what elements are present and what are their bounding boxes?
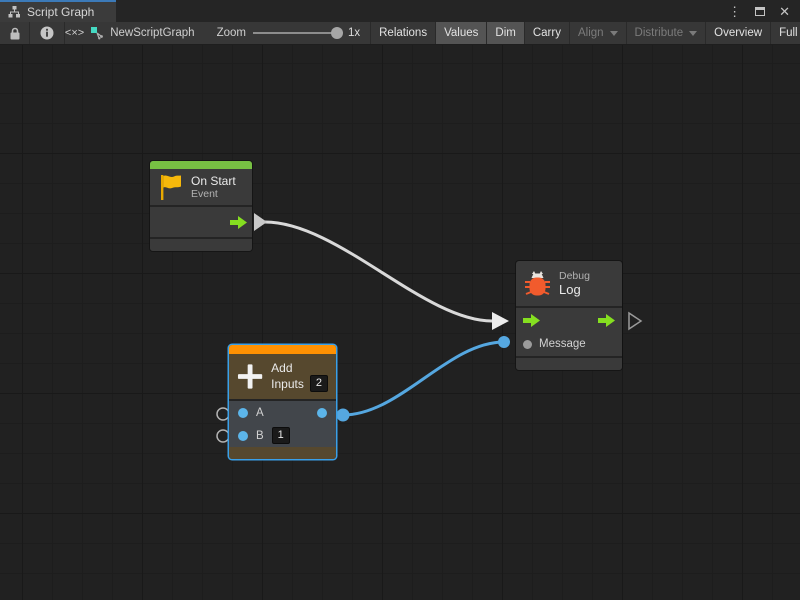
node-footer bbox=[516, 358, 622, 370]
graph-window-icon bbox=[8, 6, 21, 18]
port-row-b: B 1 bbox=[229, 424, 336, 447]
node-footer bbox=[229, 447, 336, 459]
code-icon: <×> bbox=[65, 27, 84, 39]
message-input-port[interactable] bbox=[523, 340, 532, 349]
node-title: Add bbox=[271, 361, 328, 375]
graph-name: NewScriptGraph bbox=[110, 27, 194, 39]
input-port-b[interactable] bbox=[238, 431, 248, 441]
plus-icon bbox=[237, 363, 263, 390]
value-wire-target-dot[interactable] bbox=[498, 336, 510, 348]
edit-source-button[interactable]: <×> bbox=[65, 22, 84, 44]
tab-title: Script Graph bbox=[27, 5, 94, 19]
node-subtitle: Event bbox=[191, 188, 236, 201]
node-title: On Start bbox=[191, 174, 236, 188]
flag-icon bbox=[158, 173, 183, 201]
wire-layer bbox=[0, 45, 800, 600]
lock-icon bbox=[9, 27, 21, 40]
control-output-arrow-icon[interactable] bbox=[230, 216, 247, 229]
chevron-down-icon bbox=[689, 31, 697, 36]
tab-script-graph[interactable]: Script Graph bbox=[0, 0, 116, 22]
control-ports-row bbox=[516, 308, 622, 332]
info-button[interactable] bbox=[30, 22, 65, 44]
inputs-label: Inputs bbox=[271, 377, 304, 391]
chevron-down-icon bbox=[610, 31, 618, 36]
math-accent-bar bbox=[229, 345, 336, 354]
unconnected-output-triangle[interactable] bbox=[629, 313, 641, 329]
titlebar-spacer bbox=[116, 0, 718, 22]
graph-breadcrumb[interactable]: NewScriptGraph bbox=[84, 22, 202, 44]
control-connection-wire[interactable] bbox=[265, 222, 492, 321]
overview-label: Overview bbox=[714, 27, 762, 39]
dim-label: Dim bbox=[495, 27, 515, 39]
port-row-a: A bbox=[229, 401, 336, 424]
zoom-control: Zoom 1x bbox=[203, 22, 372, 44]
relations-button[interactable]: Relations bbox=[371, 22, 436, 44]
inputs-count-field[interactable]: 2 bbox=[310, 375, 328, 392]
node-add[interactable]: Add Inputs 2 A B 1 bbox=[229, 345, 336, 459]
value-connection-wire[interactable] bbox=[343, 342, 504, 415]
graph-canvas[interactable]: On Start Event bbox=[0, 45, 800, 600]
output-port-sum[interactable] bbox=[317, 408, 327, 418]
add-ports: A B 1 bbox=[229, 401, 336, 447]
window-maximize-icon[interactable] bbox=[755, 7, 765, 16]
zoom-value: 1x bbox=[348, 27, 360, 39]
values-button[interactable]: Values bbox=[436, 22, 487, 44]
unconnected-input-ring-a[interactable] bbox=[217, 408, 229, 420]
zoom-slider-thumb[interactable] bbox=[331, 27, 343, 39]
info-icon bbox=[40, 26, 54, 40]
window-menu-icon[interactable]: ⋮ bbox=[728, 5, 741, 18]
message-port-row: Message bbox=[516, 332, 622, 356]
port-b-label: B bbox=[256, 430, 264, 442]
align-label: Align bbox=[578, 27, 604, 39]
full-screen-button[interactable]: Full S bbox=[771, 22, 800, 44]
values-label: Values bbox=[444, 27, 478, 39]
value-wire-source-dot[interactable] bbox=[337, 409, 350, 422]
node-debug-log[interactable]: Debug Log Message bbox=[516, 261, 622, 370]
zoom-slider-track bbox=[253, 32, 341, 34]
distribute-label: Distribute bbox=[635, 27, 684, 39]
carry-label: Carry bbox=[533, 27, 561, 39]
titlebar: Script Graph ⋮ ✕ bbox=[0, 0, 800, 22]
message-port-label: Message bbox=[539, 338, 586, 350]
script-graph-icon bbox=[90, 26, 104, 40]
control-output-arrow-icon[interactable] bbox=[598, 314, 615, 327]
lock-button[interactable] bbox=[0, 22, 30, 44]
control-input-arrow-icon[interactable] bbox=[523, 314, 540, 327]
on-start-ports bbox=[150, 207, 252, 237]
node-on-start[interactable]: On Start Event bbox=[150, 161, 252, 251]
input-port-a[interactable] bbox=[238, 408, 248, 418]
align-dropdown[interactable]: Align bbox=[570, 22, 627, 44]
node-footer bbox=[150, 239, 252, 251]
carry-button[interactable]: Carry bbox=[525, 22, 570, 44]
control-source-port-triangle[interactable] bbox=[254, 213, 267, 231]
full-screen-label: Full S bbox=[779, 27, 800, 39]
port-a-label: A bbox=[256, 407, 264, 419]
bug-icon bbox=[524, 270, 551, 298]
dim-button[interactable]: Dim bbox=[487, 22, 524, 44]
distribute-dropdown[interactable]: Distribute bbox=[627, 22, 707, 44]
event-accent-bar bbox=[150, 161, 252, 169]
relations-label: Relations bbox=[379, 27, 427, 39]
graph-toolbar: <×> NewScriptGraph Zoom 1x Relations Val… bbox=[0, 22, 800, 45]
overview-button[interactable]: Overview bbox=[706, 22, 771, 44]
control-wire-arrowhead-icon bbox=[492, 312, 509, 330]
window-close-icon[interactable]: ✕ bbox=[779, 5, 790, 18]
zoom-slider[interactable] bbox=[253, 26, 341, 40]
zoom-label: Zoom bbox=[217, 27, 246, 39]
unconnected-input-ring-b[interactable] bbox=[217, 430, 229, 442]
node-title: Log bbox=[559, 283, 590, 297]
port-b-value-field[interactable]: 1 bbox=[272, 427, 290, 444]
